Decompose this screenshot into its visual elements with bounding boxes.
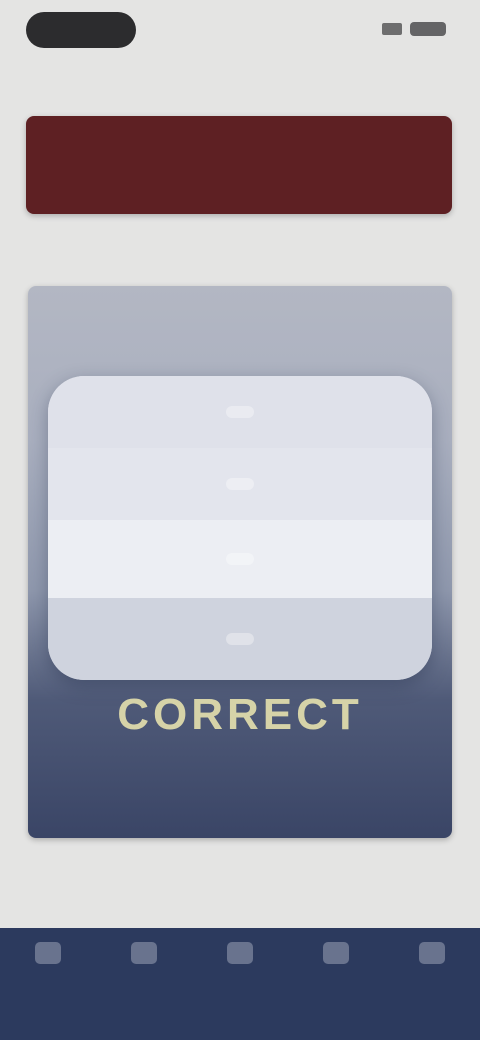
book-icon — [131, 942, 157, 964]
signal-icon — [382, 23, 402, 35]
answer-option-label — [226, 406, 254, 418]
status-bar — [0, 0, 480, 60]
chart-icon — [227, 942, 253, 964]
profile-icon — [419, 942, 445, 964]
status-time-pill — [26, 12, 136, 48]
answer-option-1[interactable] — [48, 376, 432, 448]
settings-icon — [323, 942, 349, 964]
result-text: CORRECT — [117, 690, 363, 739]
home-icon — [35, 942, 61, 964]
hero-banner — [26, 116, 452, 214]
battery-icon — [410, 22, 446, 36]
tab-home[interactable] — [8, 928, 88, 994]
answer-option-label — [226, 553, 254, 565]
tab-progress[interactable] — [200, 928, 280, 994]
tab-lessons[interactable] — [104, 928, 184, 994]
answer-option-2[interactable] — [48, 448, 432, 520]
answer-option-label — [226, 633, 254, 645]
answer-option-label — [226, 478, 254, 490]
status-indicators — [382, 22, 446, 36]
answer-options-card — [48, 376, 432, 680]
tab-profile[interactable] — [392, 928, 472, 994]
quiz-panel: CORRECT — [28, 286, 452, 838]
tab-settings[interactable] — [296, 928, 376, 994]
answer-option-4[interactable] — [48, 598, 432, 680]
tab-bar — [0, 928, 480, 1040]
answer-option-3[interactable] — [48, 520, 432, 598]
